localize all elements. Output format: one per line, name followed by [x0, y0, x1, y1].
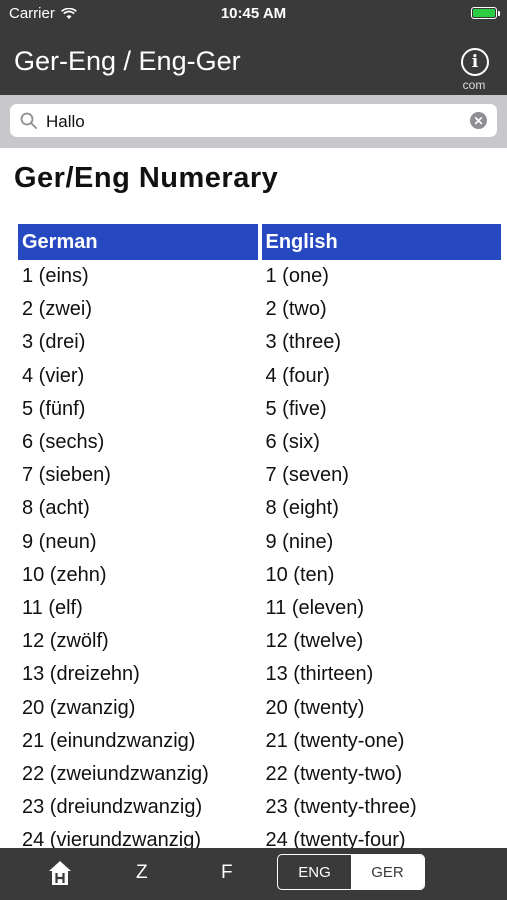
table-row: 1 (eins) 1 (one) [18, 260, 501, 293]
german-cell: 23 (dreiundzwanzig) [22, 796, 203, 819]
table-row: 12 (zwölf) 12 (twelve) [18, 625, 501, 658]
german-cell: 2 (zwei) [22, 298, 93, 321]
german-cell: 6 (sechs) [22, 431, 105, 454]
german-cell: 20 (zwanzig) [22, 696, 136, 719]
segment-eng[interactable]: ENG [278, 855, 351, 889]
section-heading: Ger/Eng Numerary [14, 162, 279, 194]
clear-icon[interactable]: ✕ [470, 112, 487, 129]
info-caption: com [462, 78, 486, 92]
english-cell: 3 (three) [265, 331, 342, 354]
table-row: 20 (zwanzig) 20 (twenty) [18, 691, 501, 724]
search-input[interactable]: Hallo ✕ [10, 104, 497, 137]
tab-z[interactable]: Z [136, 862, 148, 884]
search-bar: Hallo ✕ [0, 95, 507, 148]
home-icon[interactable] [48, 860, 72, 886]
german-cell: 11 (elf) [22, 596, 83, 619]
english-cell: 6 (six) [265, 431, 320, 454]
battery-icon [471, 7, 500, 19]
table-row: 8 (acht) 8 (eight) [18, 492, 501, 525]
english-cell: 5 (five) [265, 397, 327, 420]
english-cell: 9 (nine) [265, 530, 334, 553]
german-cell: 9 (neun) [22, 530, 97, 553]
status-time: 10:45 AM [220, 5, 287, 22]
english-cell: 24 (twenty-four) [265, 829, 406, 848]
german-cell: 3 (drei) [22, 331, 86, 354]
german-cell: 22 (zweiundzwanzig) [22, 762, 209, 785]
english-cell: 2 (two) [265, 298, 327, 321]
english-cell: 20 (twenty) [265, 696, 365, 719]
search-icon [20, 112, 37, 129]
german-cell: 5 (fünf) [22, 397, 86, 420]
content-area: Ger/Eng Numerary German English 1 (eins)… [0, 148, 507, 848]
german-cell: 10 (zehn) [22, 563, 107, 586]
table-header-row: German English [18, 224, 501, 260]
german-cell: 1 (eins) [22, 265, 89, 288]
segment-ger[interactable]: GER [351, 855, 424, 889]
english-cell: 4 (four) [265, 364, 330, 387]
english-cell: 22 (twenty-two) [265, 762, 403, 785]
english-cell: 21 (twenty-one) [265, 729, 405, 752]
english-cell: 12 (twelve) [265, 630, 364, 653]
table-row: 5 (fünf) 5 (five) [18, 393, 501, 426]
table-row: 13 (dreizehn) 13 (thirteen) [18, 658, 501, 691]
navigation-bar: Ger-Eng / Eng-Ger i com [0, 28, 507, 95]
table-row: 4 (vier) 4 (four) [18, 360, 501, 393]
table-row: 2 (zwei) 2 (two) [18, 293, 501, 326]
status-bar: Carrier 10:45 AM [0, 0, 507, 28]
table-row: 7 (sieben) 7 (seven) [18, 459, 501, 492]
english-cell: 23 (twenty-three) [265, 796, 417, 819]
german-cell: 24 (vierundzwanzig) [22, 829, 201, 848]
table-row: 21 (einundzwanzig) 21 (twenty-one) [18, 725, 501, 758]
german-cell: 21 (einundzwanzig) [22, 729, 196, 752]
table-row: 10 (zehn) 10 (ten) [18, 559, 501, 592]
german-cell: 12 (zwölf) [22, 630, 109, 653]
german-cell: 7 (sieben) [22, 464, 111, 487]
tab-bar: Z F ENG GER [0, 848, 507, 900]
german-cell: 13 (dreizehn) [22, 663, 140, 686]
table-row: 22 (zweiundzwanzig) 22 (twenty-two) [18, 758, 501, 791]
table-row: 11 (elf) 11 (eleven) [18, 592, 501, 625]
tab-f[interactable]: F [221, 862, 233, 884]
english-cell: 13 (thirteen) [265, 663, 374, 686]
search-value: Hallo [46, 112, 85, 131]
table-row: 9 (neun) 9 (nine) [18, 526, 501, 559]
english-cell: 7 (seven) [265, 464, 349, 487]
english-cell: 8 (eight) [265, 497, 339, 520]
german-cell: 8 (acht) [22, 497, 90, 520]
page-title: Ger-Eng / Eng-Ger [14, 46, 241, 76]
table-row: 24 (vierundzwanzig) 24 (twenty-four) [18, 824, 501, 848]
column-header-english: English [261, 224, 501, 260]
german-cell: 4 (vier) [22, 364, 85, 387]
column-header-german: German [18, 224, 258, 260]
table-row: 6 (sechs) 6 (six) [18, 426, 501, 459]
language-segmented-control: ENG GER [277, 854, 425, 890]
english-cell: 11 (eleven) [265, 596, 365, 619]
numerary-table: German English 1 (eins) 1 (one) 2 (zwei) 2 … [14, 224, 505, 848]
info-icon[interactable]: i [461, 48, 489, 76]
english-cell: 10 (ten) [265, 563, 335, 586]
table-row: 3 (drei) 3 (three) [18, 326, 501, 359]
table-row: 23 (dreiundzwanzig) 23 (twenty-three) [18, 791, 501, 824]
english-cell: 1 (one) [265, 265, 329, 288]
